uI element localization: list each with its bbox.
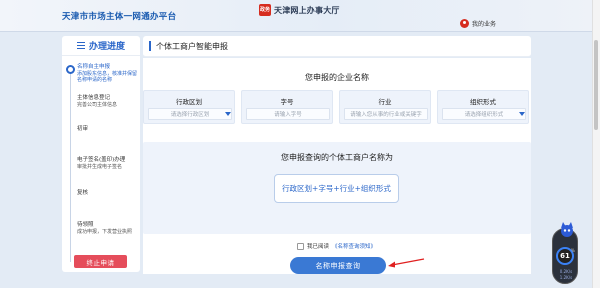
step-desc: 完善公司主体信息 xyxy=(77,102,118,108)
step-title: 待领照 xyxy=(77,222,94,228)
step-title: 初审 xyxy=(77,126,89,132)
cat-mascot-icon xyxy=(561,222,573,237)
field-label: 组织形式 xyxy=(470,98,496,106)
step-recheck: 复核 xyxy=(77,190,137,197)
step-title: 主体信息登记 xyxy=(77,95,111,101)
network-monitor-widget[interactable]: 61 % 0.2K/s 1.2K/s xyxy=(552,222,578,284)
step-initial-review: 初审 xyxy=(77,126,137,133)
scrollbar-thumb[interactable] xyxy=(594,40,598,130)
step-title: 电子签名(盖印)办理 xyxy=(77,157,126,163)
query-notice-link[interactable]: 《名称查询须知》 xyxy=(332,242,376,250)
user-center-link[interactable]: 我的业务 xyxy=(460,19,496,28)
title-accent-bar xyxy=(149,41,151,51)
field-org-form: 组织形式 请选择组织形式 xyxy=(437,90,529,124)
step-name-declaration: 名称自主申报 添加股东信息，核准并保留名称申请的名称 xyxy=(77,64,137,83)
caret-down-icon[interactable] xyxy=(225,112,231,116)
step-subject-registration: 主体信息登记 完善公司主体信息 xyxy=(77,95,137,108)
timeline-line xyxy=(70,68,71,262)
name-fields-row: 行政区划 请选择行政区划 字号 请输入字号 行业 请输入您从事的行业或关键字 组… xyxy=(143,90,531,124)
top-header: 天津市市场主体一网通办平台 政务 天津网上办事大厅 我的业务 xyxy=(0,0,600,32)
page-title: 个体工商户智能申报 xyxy=(156,42,228,51)
upload-speed: 0.2K/s xyxy=(559,269,573,274)
progress-header: 办理进度 xyxy=(62,36,140,56)
org-form-select[interactable]: 请选择组织形式 xyxy=(442,108,526,120)
industry-input[interactable]: 请输入您从事的行业或关键字 xyxy=(344,108,428,120)
brand-name: 天津网上办事大厅 xyxy=(274,5,340,15)
stop-application-button[interactable]: 终止申请 xyxy=(74,255,127,268)
brand-logo[interactable]: 政务 天津网上办事大厅 xyxy=(259,2,340,18)
step-e-signature: 电子签名(盖印)办理 审批并生成电子签名 xyxy=(77,157,137,170)
step-await-license: 待领照 成功申报，下发营业执照 xyxy=(77,222,137,235)
list-icon xyxy=(76,42,85,49)
step-title: 名称自主申报 xyxy=(77,64,111,70)
trade-name-input[interactable]: 请输入字号 xyxy=(246,108,330,120)
annotation-arrow-icon xyxy=(388,258,425,268)
download-speed: 1.2K/s xyxy=(559,275,573,280)
field-label: 字号 xyxy=(280,98,294,106)
name-formula: 行政区划+字号+行业+组织形式 xyxy=(274,174,399,203)
name-query-button[interactable]: 名称申报查询 xyxy=(290,257,386,274)
section-title: 您申报的企业名称 xyxy=(305,73,369,82)
agree-prefix: 我已阅读 xyxy=(307,244,330,250)
field-trade-name: 字号 请输入字号 xyxy=(241,90,333,124)
main-panel: 个体工商户智能申报 您申报的企业名称 行政区划 请选择行政区划 字号 请输入字号… xyxy=(143,36,531,274)
agree-checkbox[interactable] xyxy=(297,242,304,250)
progress-sidebar: 办理进度 名称自主申报 添加股东信息，核准并保留名称申请的名称 主体信息登记 完… xyxy=(62,36,140,272)
user-center-label: 我的业务 xyxy=(472,21,497,28)
step-desc: 成功申报，下发营业执照 xyxy=(77,229,133,235)
result-title: 您申报查询的个体工商户名称为 xyxy=(281,153,393,162)
step-desc: 添加股东信息，核准并保留名称申请的名称 xyxy=(77,71,138,83)
current-step-dot-icon xyxy=(66,65,75,74)
step-title: 复核 xyxy=(77,190,89,196)
step-desc: 审批并生成电子签名 xyxy=(77,164,123,170)
field-district: 行政区划 请选择行政区划 xyxy=(143,90,235,124)
government-seal-icon: 政务 xyxy=(259,4,271,16)
result-preview-box: 您申报查询的个体工商户名称为 行政区划+字号+行业+组织形式 xyxy=(143,142,531,234)
user-icon xyxy=(460,19,469,28)
field-industry: 行业 请输入您从事的行业或关键字 xyxy=(339,90,431,124)
progress-title: 办理进度 xyxy=(88,42,125,52)
field-label: 行政区划 xyxy=(176,98,202,106)
district-select[interactable]: 请选择行政区划 xyxy=(148,108,232,120)
agreement-row: 我已阅读 《名称查询须知》 xyxy=(297,242,376,250)
field-label: 行业 xyxy=(378,98,392,106)
site-title[interactable]: 天津市市场主体一网通办平台 xyxy=(62,10,176,22)
score-unit: % xyxy=(571,248,575,253)
page-header: 个体工商户智能申报 xyxy=(143,36,531,57)
caret-down-icon[interactable] xyxy=(519,112,525,116)
